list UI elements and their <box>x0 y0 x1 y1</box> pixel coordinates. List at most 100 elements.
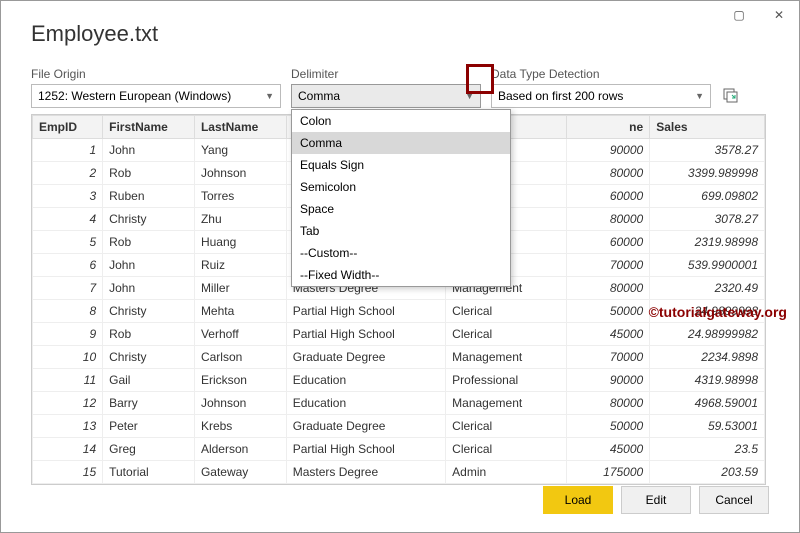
cell-occ: Clerical <box>446 415 567 438</box>
delimiter-option-comma[interactable]: Comma <box>292 132 510 154</box>
cell-first: John <box>103 254 195 277</box>
load-button[interactable]: Load <box>543 486 613 514</box>
cell-last: Mehta <box>194 300 286 323</box>
datatype-group: Data Type Detection Based on first 200 r… <box>491 67 711 108</box>
delimiter-combo[interactable]: Comma ▼ <box>291 84 481 108</box>
cell-empid: 6 <box>33 254 103 277</box>
cell-inc: 60000 <box>567 185 650 208</box>
file-origin-value: 1252: Western European (Windows) <box>38 89 231 103</box>
table-row[interactable]: 10ChristyCarlsonGraduate DegreeManagemen… <box>33 346 765 369</box>
cell-empid: 7 <box>33 277 103 300</box>
cell-empid: 8 <box>33 300 103 323</box>
cell-inc: 70000 <box>567 254 650 277</box>
table-row[interactable]: 9RobVerhoffPartial High SchoolClerical45… <box>33 323 765 346</box>
cell-empid: 13 <box>33 415 103 438</box>
cell-first: Gail <box>103 369 195 392</box>
cell-first: Rob <box>103 323 195 346</box>
col-empid[interactable]: EmpID <box>33 116 103 139</box>
table-row[interactable]: 13PeterKrebsGraduate DegreeClerical50000… <box>33 415 765 438</box>
edit-button[interactable]: Edit <box>621 486 691 514</box>
datatype-value: Based on first 200 rows <box>498 89 623 103</box>
col-sales[interactable]: Sales <box>650 116 765 139</box>
cell-last: Gateway <box>194 461 286 484</box>
datatype-label: Data Type Detection <box>491 67 711 81</box>
cell-empid: 14 <box>33 438 103 461</box>
cell-last: Krebs <box>194 415 286 438</box>
cell-edu: Education <box>286 369 445 392</box>
delimiter-option-tab[interactable]: Tab <box>292 220 510 242</box>
cell-last: Johnson <box>194 162 286 185</box>
delimiter-option-space[interactable]: Space <box>292 198 510 220</box>
cell-inc: 70000 <box>567 346 650 369</box>
cell-sales: 2320.49 <box>650 277 765 300</box>
cell-first: Greg <box>103 438 195 461</box>
chevron-down-icon: ▼ <box>265 91 274 101</box>
refresh-icon[interactable] <box>721 86 741 106</box>
cell-first: Ruben <box>103 185 195 208</box>
cell-edu: Graduate Degree <box>286 415 445 438</box>
cell-last: Miller <box>194 277 286 300</box>
datatype-combo[interactable]: Based on first 200 rows ▼ <box>491 84 711 108</box>
cell-last: Ruiz <box>194 254 286 277</box>
file-origin-combo[interactable]: 1252: Western European (Windows) ▼ <box>31 84 281 108</box>
cell-edu: Graduate Degree <box>286 346 445 369</box>
cell-inc: 45000 <box>567 438 650 461</box>
col-firstname[interactable]: FirstName <box>103 116 195 139</box>
cell-edu: Masters Degree <box>286 461 445 484</box>
col-income[interactable]: ne <box>567 116 650 139</box>
cell-empid: 4 <box>33 208 103 231</box>
cell-inc: 50000 <box>567 300 650 323</box>
cell-empid: 2 <box>33 162 103 185</box>
cell-inc: 90000 <box>567 139 650 162</box>
dialog-content: Employee.txt File Origin 1252: Western E… <box>1 1 799 485</box>
cell-first: Barry <box>103 392 195 415</box>
delimiter-option-custom[interactable]: --Custom-- <box>292 242 510 264</box>
table-row[interactable]: 15TutorialGatewayMasters DegreeAdmin1750… <box>33 461 765 484</box>
cell-occ: Clerical <box>446 323 567 346</box>
table-row[interactable]: 11GailEricksonEducationProfessional90000… <box>33 369 765 392</box>
cell-occ: Management <box>446 346 567 369</box>
file-origin-label: File Origin <box>31 67 281 81</box>
cell-inc: 80000 <box>567 392 650 415</box>
cell-inc: 175000 <box>567 461 650 484</box>
cell-edu: Partial High School <box>286 438 445 461</box>
delimiter-option-equals[interactable]: Equals Sign <box>292 154 510 176</box>
cell-first: Rob <box>103 231 195 254</box>
cell-sales: 4968.59001 <box>650 392 765 415</box>
cell-inc: 80000 <box>567 277 650 300</box>
cell-edu: Partial High School <box>286 323 445 346</box>
cell-sales: 24.98999982 <box>650 323 765 346</box>
table-row[interactable]: 12BarryJohnsonEducationManagement8000049… <box>33 392 765 415</box>
chevron-down-icon: ▼ <box>695 91 704 101</box>
window-controls: ▢ ✕ <box>719 1 799 29</box>
footer-buttons: Load Edit Cancel <box>543 486 769 514</box>
cell-sales: 699.09802 <box>650 185 765 208</box>
cell-occ: Professional <box>446 369 567 392</box>
delimiter-option-colon[interactable]: Colon <box>292 110 510 132</box>
cell-occ: Admin <box>446 461 567 484</box>
cell-first: Christy <box>103 300 195 323</box>
cell-sales: 3578.27 <box>650 139 765 162</box>
cell-last: Zhu <box>194 208 286 231</box>
cell-occ: Management <box>446 392 567 415</box>
watermark: ©tutorialgateway.org <box>649 304 787 320</box>
cell-sales: 2234.9898 <box>650 346 765 369</box>
cell-empid: 10 <box>33 346 103 369</box>
delimiter-option-fixed[interactable]: --Fixed Width-- <box>292 264 510 286</box>
cancel-button[interactable]: Cancel <box>699 486 769 514</box>
cell-last: Johnson <box>194 392 286 415</box>
delimiter-value: Comma <box>298 89 340 103</box>
cell-first: John <box>103 139 195 162</box>
table-row[interactable]: 14GregAldersonPartial High SchoolClerica… <box>33 438 765 461</box>
delimiter-option-semicolon[interactable]: Semicolon <box>292 176 510 198</box>
cell-empid: 1 <box>33 139 103 162</box>
cell-sales: 2319.98998 <box>650 231 765 254</box>
delimiter-group: Delimiter Comma ▼ <box>291 67 481 108</box>
close-icon[interactable]: ✕ <box>759 1 799 29</box>
cell-occ: Clerical <box>446 300 567 323</box>
col-lastname[interactable]: LastName <box>194 116 286 139</box>
cell-last: Erickson <box>194 369 286 392</box>
cell-empid: 12 <box>33 392 103 415</box>
maximize-icon[interactable]: ▢ <box>719 1 759 29</box>
cell-empid: 9 <box>33 323 103 346</box>
